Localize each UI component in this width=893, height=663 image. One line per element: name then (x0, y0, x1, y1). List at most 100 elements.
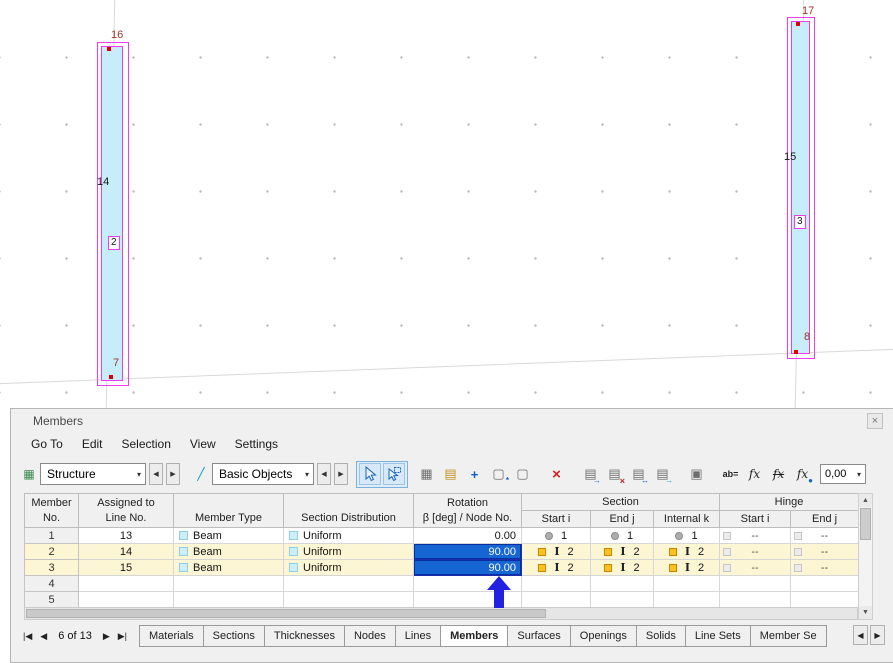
horizontal-scrollbar[interactable] (24, 607, 858, 620)
move-row-icon[interactable]: ▤ ↔ (628, 464, 649, 485)
scroll-down-icon[interactable]: ▼ (859, 606, 872, 619)
section-internal-cell[interactable]: I2 (652, 543, 721, 560)
section-start-cell[interactable]: 1 (521, 527, 591, 544)
new-table-icon[interactable]: + (464, 464, 485, 485)
section-internal-cell[interactable] (652, 591, 721, 608)
node-17-dot[interactable] (796, 22, 800, 26)
model-viewport[interactable]: 16 14 2 7 17 15 3 8 (0, 0, 893, 408)
section-end-cell[interactable]: I2 (590, 559, 654, 576)
nav-prev-icon[interactable]: ◀ (36, 629, 51, 644)
section-end-cell[interactable]: 1 (590, 527, 654, 544)
tab-members[interactable]: Members (441, 625, 509, 647)
hinge-end-cell[interactable]: -- (790, 527, 860, 544)
section-distribution-cell[interactable] (283, 575, 414, 592)
row-number-cell[interactable]: 1 (24, 527, 79, 544)
hinge-end-cell[interactable] (790, 591, 860, 608)
objects-next-icon[interactable]: ▶ (334, 463, 348, 485)
rotation-cell[interactable]: 0.00 (413, 527, 522, 544)
tab-solids[interactable]: Solids (636, 625, 686, 647)
row-number-cell[interactable]: 5 (24, 591, 79, 608)
section-internal-cell[interactable] (652, 575, 721, 592)
formula-global-icon[interactable]: fx ● (792, 464, 813, 485)
row-number-cell[interactable]: 2 (24, 543, 79, 560)
hinge-start-cell[interactable]: -- (719, 527, 792, 544)
section-distribution-cell[interactable] (283, 591, 414, 608)
hinge-start-cell[interactable] (719, 575, 792, 592)
tab-line-sets[interactable]: Line Sets (685, 625, 751, 647)
member-body[interactable] (791, 21, 810, 354)
line-no-cell[interactable] (78, 591, 174, 608)
section-start-cell[interactable] (521, 591, 591, 608)
hinge-start-cell[interactable]: -- (719, 543, 792, 560)
section-distribution-cell[interactable]: Uniform (283, 527, 414, 544)
select-window-icon[interactable] (383, 463, 405, 485)
hinge-end-cell[interactable] (790, 575, 860, 592)
tab-materials[interactable]: Materials (139, 625, 204, 647)
value-field[interactable]: 0,00 ▾ (820, 464, 866, 484)
tab-openings[interactable]: Openings (570, 625, 637, 647)
tab-nodes[interactable]: Nodes (344, 625, 396, 647)
line-no-cell[interactable]: 13 (78, 527, 174, 544)
rotation-cell-selected[interactable]: 90.00 (413, 559, 522, 576)
member-3[interactable]: 17 15 3 8 (780, 3, 826, 367)
close-icon[interactable]: × (867, 413, 883, 429)
member-type-cell[interactable] (173, 591, 284, 608)
scrollbar-thumb[interactable] (26, 609, 546, 618)
menu-view[interactable]: View (190, 437, 216, 451)
row-number-cell[interactable]: 4 (24, 575, 79, 592)
section-start-cell[interactable] (521, 575, 591, 592)
section-distribution-cell[interactable]: Uniform (283, 543, 414, 560)
delete-row-icon[interactable]: ▤ × (604, 464, 625, 485)
member-type-cell[interactable]: Beam (173, 543, 284, 560)
section-start-cell[interactable]: I2 (521, 559, 591, 576)
section-distribution-cell[interactable]: Uniform (283, 559, 414, 576)
hinge-end-cell[interactable]: -- (790, 543, 860, 560)
tab-member-sets[interactable]: Member Se (750, 625, 827, 647)
section-end-cell[interactable] (590, 575, 654, 592)
hinge-start-cell[interactable] (719, 591, 792, 608)
tab-thicknesses[interactable]: Thicknesses (264, 625, 345, 647)
vertical-scrollbar[interactable]: ▲ ▼ (858, 493, 873, 620)
node-16-dot[interactable] (107, 47, 111, 51)
menu-go-to[interactable]: Go To (31, 437, 63, 451)
scrollbar-thumb[interactable] (860, 508, 871, 540)
section-internal-cell[interactable]: 1 (652, 527, 721, 544)
objects-select[interactable]: Basic Objects ▾ (212, 463, 314, 485)
nav-next-icon[interactable]: ▶ (99, 629, 114, 644)
table-list-icon[interactable]: ▦ (416, 464, 437, 485)
row-number-cell[interactable]: 3 (24, 559, 79, 576)
member-body[interactable] (101, 46, 123, 381)
section-internal-cell[interactable]: I2 (652, 559, 721, 576)
menu-settings[interactable]: Settings (235, 437, 278, 451)
nav-first-icon[interactable]: |◀ (19, 629, 36, 644)
rotation-cell-selected[interactable]: 90.00 (413, 543, 522, 560)
tab-sections[interactable]: Sections (203, 625, 265, 647)
table-filter-icon[interactable]: ▢ * (488, 464, 509, 485)
hinge-start-cell[interactable]: -- (719, 559, 792, 576)
delete-icon[interactable]: × (546, 464, 567, 485)
member-type-cell[interactable] (173, 575, 284, 592)
line-no-cell[interactable]: 15 (78, 559, 174, 576)
member-2[interactable]: 16 14 2 7 (90, 28, 136, 392)
structure-next-icon[interactable]: ▶ (166, 463, 180, 485)
member-type-cell[interactable]: Beam (173, 559, 284, 576)
formula-icon[interactable]: fx (744, 464, 765, 485)
scroll-up-icon[interactable]: ▲ (859, 494, 872, 507)
tab-scroll-left-icon[interactable]: ◀ (853, 625, 868, 645)
hinge-end-cell[interactable]: -- (790, 559, 860, 576)
node-7-dot[interactable] (109, 375, 113, 379)
select-pointer-icon[interactable] (359, 463, 381, 485)
section-start-cell[interactable]: I2 (521, 543, 591, 560)
tab-lines[interactable]: Lines (395, 625, 442, 647)
member-type-cell[interactable]: Beam (173, 527, 284, 544)
table-settings-icon[interactable]: ▤ (440, 464, 461, 485)
copy-row-icon[interactable]: ▤ → (580, 464, 601, 485)
menu-selection[interactable]: Selection (122, 437, 171, 451)
section-end-cell[interactable]: I2 (590, 543, 654, 560)
structure-select[interactable]: Structure ▾ (40, 463, 146, 485)
menu-edit[interactable]: Edit (82, 437, 103, 451)
objects-prev-icon[interactable]: ◀ (317, 463, 331, 485)
rename-icon[interactable]: ab= (720, 464, 741, 485)
window-icon[interactable]: ▢ (512, 464, 533, 485)
tab-surfaces[interactable]: Surfaces (508, 625, 571, 647)
